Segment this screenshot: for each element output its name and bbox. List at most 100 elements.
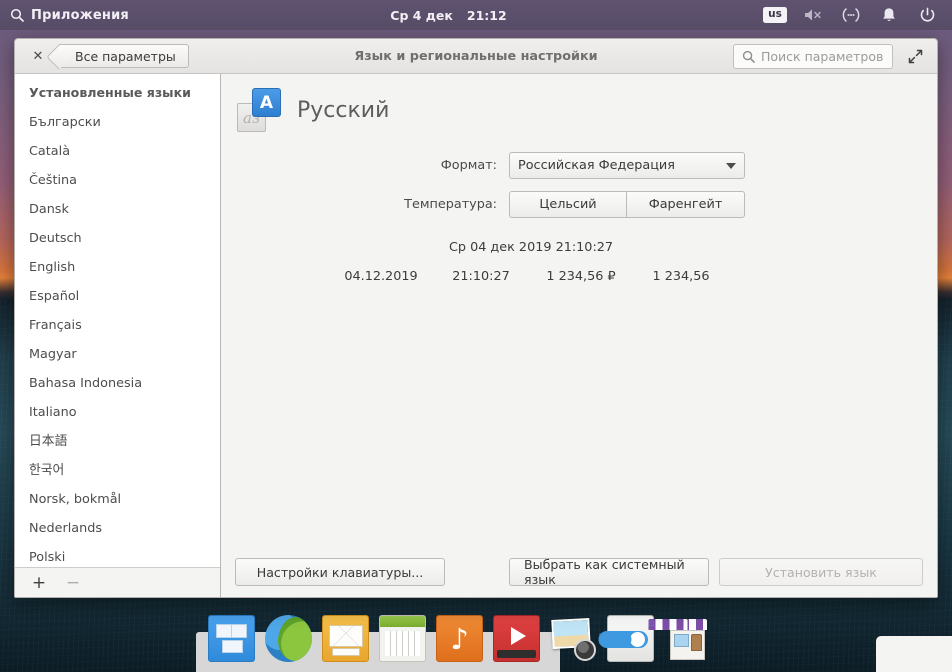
temperature-fahrenheit-button[interactable]: Фаренгейт xyxy=(627,191,745,218)
list-item[interactable]: Norsk, bokmål xyxy=(15,485,220,514)
temperature-label: Температура: xyxy=(221,197,509,212)
all-settings-back-button[interactable]: Все параметры xyxy=(59,44,189,68)
dock-item-music-player[interactable]: ♪ xyxy=(436,615,483,662)
installed-languages-header: Установленные языки xyxy=(15,78,220,108)
search-input[interactable]: Поиск параметров xyxy=(733,44,893,69)
list-item[interactable]: Български xyxy=(15,108,220,137)
dock-item-mail-client[interactable] xyxy=(322,615,369,662)
language-settings-window: ✕ Все параметры Язык и региональные наст… xyxy=(14,38,938,598)
example-currency: 1 234,56 ₽ xyxy=(531,269,631,284)
window-body: Установленные языки Български Català Češ… xyxy=(15,74,937,598)
language-detail-panel: аз A Русский Формат: Российская Федераци… xyxy=(221,74,937,598)
list-item[interactable]: Italiano xyxy=(15,398,220,427)
time-label: 21:12 xyxy=(467,8,507,23)
example-row: 04.12.2019 21:10:27 1 234,56 ₽ 1 234,56 xyxy=(221,269,841,284)
search-icon xyxy=(10,8,24,22)
dock-item-calendar[interactable] xyxy=(379,615,426,662)
play-icon xyxy=(511,627,526,645)
chevron-down-icon xyxy=(726,163,736,169)
calendar-header-icon xyxy=(380,616,425,627)
set-system-language-button[interactable]: Выбрать как системный язык xyxy=(509,558,709,586)
applications-menu-label: Приложения xyxy=(31,8,129,23)
search-placeholder-label: Поиск параметров xyxy=(761,49,883,64)
clock-area[interactable]: Ср 4 дек 21:12 xyxy=(390,8,506,23)
format-row: Формат: Российская Федерация xyxy=(221,152,937,179)
music-note-icon: ♪ xyxy=(450,622,469,656)
footer-right-buttons: Выбрать как системный язык Установить яз… xyxy=(509,558,923,586)
power-icon[interactable] xyxy=(908,0,946,30)
list-item[interactable]: Bahasa Indonesia xyxy=(15,369,220,398)
dock-icon-strip: ♪ ▫▫ ▫ xyxy=(196,610,756,670)
sidebar-actions: + − xyxy=(15,567,220,598)
example-full-datetime: Ср 04 дек 2019 21:10:27 xyxy=(221,240,841,255)
dock-item-software-store[interactable]: ▫ xyxy=(664,615,711,662)
camera-lens-icon xyxy=(574,639,596,661)
list-item[interactable]: 한국어 xyxy=(15,456,220,485)
toggle-knob-icon xyxy=(630,632,645,647)
example-time: 21:10:27 xyxy=(431,269,531,284)
running-indicator: ▫▫ xyxy=(599,631,632,648)
video-bar-icon xyxy=(497,650,536,658)
list-item[interactable]: Dansk xyxy=(15,195,220,224)
temperature-row: Температура: Цельсий Фаренгейт xyxy=(221,191,937,218)
dock-item-system-settings[interactable]: ▫▫ xyxy=(607,615,654,662)
list-item[interactable]: Català xyxy=(15,137,220,166)
selected-language-name: Русский xyxy=(297,98,389,123)
files-icon xyxy=(222,640,243,653)
window-titlebar: ✕ Все параметры Язык и региональные наст… xyxy=(15,39,937,74)
calendar-grid-icon xyxy=(385,631,420,656)
regional-format-form: Формат: Российская Федерация Температура… xyxy=(221,152,937,218)
store-door-icon xyxy=(691,634,702,651)
keyboard-layout-label: us xyxy=(763,7,787,23)
dock-item-web-browser[interactable] xyxy=(265,615,312,662)
remove-language-button: − xyxy=(57,570,89,596)
install-language-button: Установить язык xyxy=(719,558,923,586)
format-dropdown[interactable]: Российская Федерация xyxy=(509,152,745,179)
date-label: Ср 4 дек xyxy=(390,8,453,23)
applications-menu-button[interactable]: Приложения xyxy=(0,0,141,30)
maximize-icon[interactable] xyxy=(903,44,927,68)
list-item[interactable]: Magyar xyxy=(15,340,220,369)
list-item[interactable]: Nederlands xyxy=(15,514,220,543)
language-icon-primary: A xyxy=(252,88,281,117)
dock-item-video-player[interactable] xyxy=(493,615,540,662)
all-settings-back-label: Все параметры xyxy=(75,49,176,64)
list-item[interactable]: 日本語 xyxy=(15,427,220,456)
list-item[interactable]: Polski xyxy=(15,543,220,567)
language-detail-content: аз A Русский Формат: Российская Федераци… xyxy=(221,74,937,546)
temperature-unit-toggle: Цельсий Фаренгейт xyxy=(509,191,745,218)
selected-language-header: аз A Русский xyxy=(221,88,937,132)
page-title-label: Язык и региональные настройки xyxy=(354,49,597,64)
add-language-button[interactable]: + xyxy=(23,570,55,596)
list-item[interactable]: Čeština xyxy=(15,166,220,195)
network-icon[interactable] xyxy=(832,0,870,30)
envelope-icon xyxy=(329,625,363,647)
format-examples: Ср 04 дек 2019 21:10:27 04.12.2019 21:10… xyxy=(221,240,937,284)
keyboard-layout-indicator[interactable]: us xyxy=(756,0,794,30)
language-list[interactable]: Установленные языки Български Català Češ… xyxy=(15,74,220,567)
example-date: 04.12.2019 xyxy=(331,269,431,284)
list-item[interactable]: Español xyxy=(15,282,220,311)
store-window-icon xyxy=(674,634,689,647)
window-footer-actions: Настройки клавиатуры... Выбрать как сист… xyxy=(221,546,937,598)
dock-tray-panel xyxy=(876,636,952,672)
running-indicator: ▫ xyxy=(649,619,688,630)
language-icon: аз A xyxy=(237,88,281,132)
list-item[interactable]: English xyxy=(15,253,220,282)
format-dropdown-value: Российская Федерация xyxy=(518,158,675,173)
system-tray: us xyxy=(756,0,952,30)
dock-item-file-manager[interactable] xyxy=(208,615,255,662)
list-item[interactable]: Deutsch xyxy=(15,224,220,253)
keyboard-settings-button[interactable]: Настройки клавиатуры... xyxy=(235,558,445,586)
list-item[interactable]: Français xyxy=(15,311,220,340)
top-panel: Приложения Ср 4 дек 21:12 us xyxy=(0,0,952,30)
dock-item-photo-manager[interactable] xyxy=(550,615,597,662)
format-label: Формат: xyxy=(221,158,509,173)
volume-muted-icon[interactable] xyxy=(794,0,832,30)
titlebar-right-controls: Поиск параметров xyxy=(733,44,929,69)
temperature-celsius-button[interactable]: Цельсий xyxy=(509,191,627,218)
notification-bell-icon[interactable] xyxy=(870,0,908,30)
search-icon xyxy=(742,50,755,63)
envelope-tray-icon xyxy=(332,648,360,656)
installed-languages-sidebar: Установленные языки Български Català Češ… xyxy=(15,74,221,598)
